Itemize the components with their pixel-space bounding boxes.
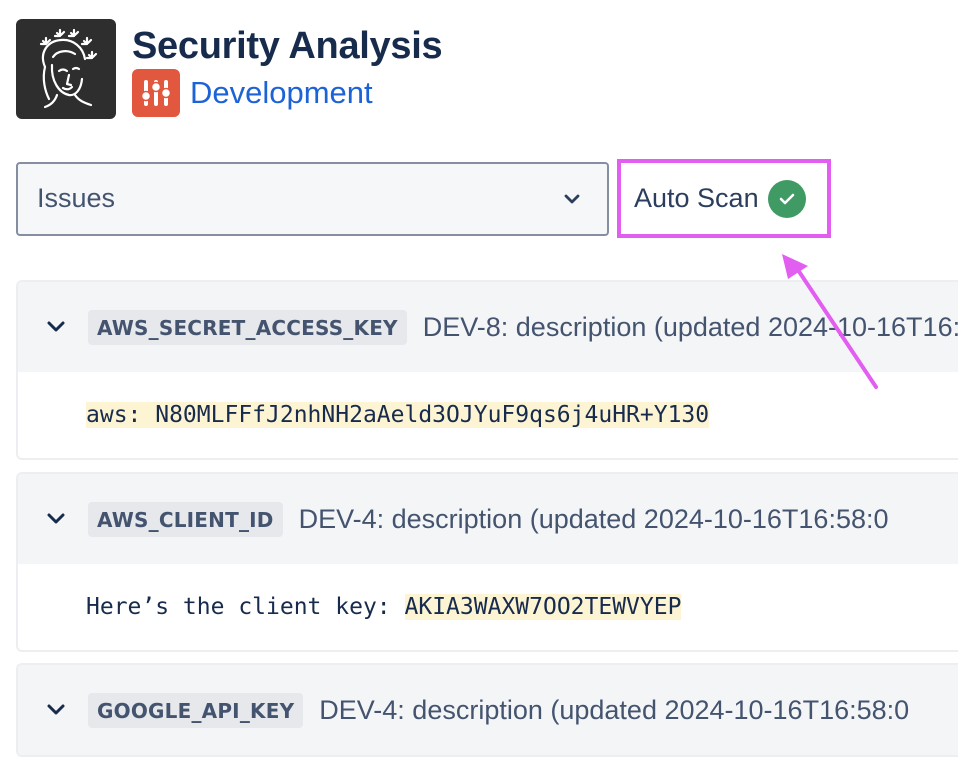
page-title: Security Analysis <box>132 25 443 67</box>
select-value: Issues <box>37 183 116 213</box>
chevron-down-icon <box>47 513 65 524</box>
secret-type-tag: AWS_SECRET_ACCESS_KEY <box>88 309 407 345</box>
issue-card: GOOGLE_API_KEY DEV-4: description (updat… <box>16 663 958 757</box>
issue-card: AWS_CLIENT_ID DEV-4: description (update… <box>16 472 958 652</box>
secret-highlight: AKIA3WAXW7OO2TEWVYEP <box>404 594 682 620</box>
issue-snippet: aws: N80MLFFfJ2nhNH2aAeld3OJYuF9qs6j4uHR… <box>18 372 958 458</box>
auto-scan-toggle[interactable]: Auto Scan <box>617 159 831 238</box>
issue-card: AWS_SECRET_ACCESS_KEY DEV-8: description… <box>16 280 958 460</box>
project-avatar[interactable] <box>132 69 180 117</box>
auto-scan-label: Auto Scan <box>634 183 759 213</box>
issues-select[interactable]: Issues <box>16 161 609 236</box>
issue-header[interactable]: AWS_CLIENT_ID DEV-4: description (update… <box>18 474 958 564</box>
sliders-icon <box>140 80 172 106</box>
project-row: Development <box>132 69 442 117</box>
issue-snippet: Here’s the client key: AKIA3WAXW7OO2TEWV… <box>18 564 958 650</box>
chevron-down-icon <box>47 704 65 715</box>
chevron-down-icon <box>47 321 65 332</box>
issue-title: DEV-4: description (updated 2024-10-16T1… <box>298 503 889 534</box>
issue-header[interactable]: GOOGLE_API_KEY DEV-4: description (updat… <box>18 665 958 755</box>
secret-highlight: aws: N80MLFFfJ2nhNH2aAeld3OJYuF9qs6j4uHR… <box>86 402 710 428</box>
snippet-text: Here’s the client key: <box>86 594 405 620</box>
app-logo <box>16 19 116 119</box>
check-circle-icon <box>767 179 806 218</box>
app-header: Security Analysis Development <box>16 19 443 119</box>
issue-header[interactable]: AWS_SECRET_ACCESS_KEY DEV-8: description… <box>18 282 958 372</box>
issue-title: DEV-8: description (updated 2024-10-16T1… <box>422 311 958 342</box>
project-link[interactable]: Development <box>190 75 373 111</box>
issue-title: DEV-4: description (updated 2024-10-16T1… <box>319 694 910 725</box>
chevron-down-icon <box>564 194 580 203</box>
controls-bar: Issues Auto Scan <box>16 159 831 238</box>
secret-type-tag: GOOGLE_API_KEY <box>88 692 304 728</box>
woman-face-with-flowers-icon <box>39 28 98 109</box>
title-block: Security Analysis Development <box>132 19 443 119</box>
secret-type-tag: AWS_CLIENT_ID <box>88 501 283 537</box>
